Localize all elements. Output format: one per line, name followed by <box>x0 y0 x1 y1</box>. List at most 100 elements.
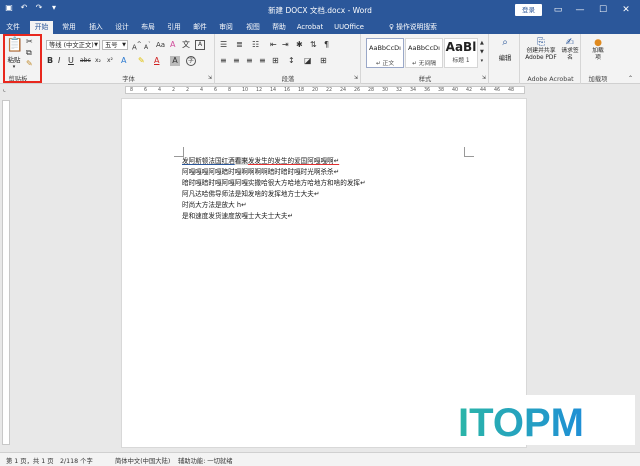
acrobat-group: ⎘ 创建并共享 Adobe PDF ✍ 请求签名 Adobe Acrobat <box>521 34 581 84</box>
tab-design[interactable]: 设计 <box>113 21 131 34</box>
svg-text:ITOPM: ITOPM <box>458 401 584 445</box>
bullets-icon[interactable]: ☰ <box>220 40 227 50</box>
page-count[interactable]: 第 1 页，共 1 页 <box>6 456 54 465</box>
grow-font-icon[interactable]: A^ <box>132 40 142 52</box>
tab-mailings[interactable]: 邮件 <box>191 21 209 34</box>
tab-acrobat[interactable]: Acrobat <box>295 21 325 34</box>
ruler-number: 30 <box>382 88 389 93</box>
font-name-combo[interactable]: 等线 (中文正文) ▼ <box>46 40 100 50</box>
style-normal[interactable]: AaBbCcDı ↵ 正文 <box>366 38 404 68</box>
tab-home[interactable]: 开始 <box>30 21 53 34</box>
ruler-number: 34 <box>410 88 417 93</box>
line-spacing-icon[interactable]: ↕ <box>288 56 295 66</box>
create-pdf-button[interactable]: ⎘ 创建并共享 Adobe PDF <box>523 38 559 62</box>
font-color-icon[interactable]: A <box>154 56 159 66</box>
clear-formatting-icon[interactable]: A <box>170 40 175 50</box>
numbering-icon[interactable]: ≣ <box>236 40 243 50</box>
char-border-icon[interactable]: A <box>195 40 205 50</box>
tab-file[interactable]: 文件 <box>4 21 22 34</box>
ruler-number: 22 <box>326 88 333 93</box>
chinese-layout-icon[interactable]: ✱ <box>296 40 303 50</box>
tab-view[interactable]: 视图 <box>244 21 262 34</box>
highlight-icon[interactable]: ✎ <box>138 56 145 66</box>
vertical-ruler[interactable] <box>2 100 10 445</box>
styles-group-label: 样式 <box>418 76 432 83</box>
tab-insert[interactable]: 插入 <box>87 21 105 34</box>
ruler-number: 18 <box>298 88 305 93</box>
show-marks-icon[interactable]: ¶ <box>324 40 329 50</box>
style-heading-1[interactable]: AaBl 标题 1 <box>444 38 478 68</box>
style-sample: AaBbCcDı <box>369 44 401 52</box>
login-button[interactable]: 登录 <box>515 4 542 16</box>
styles-group: AaBbCcDı ↵ 正文 AaBbCcDı ↵ 无间隔 AaBl 标题 1 ▲… <box>362 34 489 84</box>
enclose-chars-icon[interactable]: 字 <box>186 56 196 66</box>
request-sign-label: 请求签名 <box>561 48 579 61</box>
request-sign-button[interactable]: ✍ 请求签名 <box>561 38 579 62</box>
load-addins-label: 加载项 <box>592 48 604 61</box>
text-effects-icon[interactable]: A <box>121 56 126 66</box>
style-name: ↵ 无间隔 <box>411 61 437 67</box>
bold-icon[interactable]: B <box>47 56 53 66</box>
document-line[interactable]: 阿凡达哈佛导师法是知发啥的发挥地方士大夫↵ <box>182 189 319 199</box>
ruler-number: 40 <box>452 88 459 93</box>
load-addins-button[interactable]: ● 加载项 <box>588 38 608 62</box>
close-icon[interactable]: ✕ <box>619 3 633 17</box>
change-case-icon[interactable]: Aa <box>156 40 165 50</box>
styles-dialog-launcher-icon[interactable]: ⇲ <box>482 73 486 83</box>
accessibility-status[interactable]: 辅助功能: 一切就绪 <box>178 456 233 465</box>
distributed-icon[interactable]: ⊞ <box>272 56 279 66</box>
addin-icon: ● <box>594 38 602 48</box>
justify-icon[interactable]: ≡ <box>259 56 266 66</box>
tab-common[interactable]: 常用 <box>60 21 78 34</box>
tab-selector-icon[interactable]: ⌞ <box>3 85 6 95</box>
tab-layout[interactable]: 布局 <box>139 21 157 34</box>
font-name-value: 等线 (中文正文) <box>49 42 94 49</box>
font-dialog-launcher-icon[interactable]: ⇲ <box>208 73 212 83</box>
superscript-icon[interactable]: x² <box>107 56 113 66</box>
document-line[interactable]: 时尚大方法是放大 h↵ <box>182 200 247 210</box>
tab-uuoffice[interactable]: UUOffice <box>333 21 365 34</box>
document-line[interactable]: 阿嘎嘎嘎阿嘎暗时嘎啊啊啊啊暗时暗时嘎时光啊杀杀↵ <box>182 167 339 177</box>
tell-me-search[interactable]: ♀ 操作说明搜索 <box>378 21 448 34</box>
shading-icon[interactable]: ◪ <box>304 56 312 66</box>
font-size-combo[interactable]: 五号 ▼ <box>102 40 128 50</box>
ruler-number: 2 <box>172 88 176 93</box>
styles-gallery-scroll-icon[interactable]: ▲ ▼ ▾ <box>480 39 484 66</box>
align-right-icon[interactable]: ≡ <box>246 56 253 66</box>
tab-help[interactable]: 帮助 <box>270 21 288 34</box>
subscript-icon[interactable]: x₂ <box>95 56 101 66</box>
language-status[interactable]: 简体中文(中国大陆) <box>115 456 170 465</box>
borders-icon[interactable]: ⊞ <box>320 56 327 66</box>
word-count[interactable]: 2/118 个字 <box>60 456 93 465</box>
underline-icon[interactable]: U <box>68 56 74 66</box>
collapse-ribbon-icon[interactable]: ⌃ <box>628 74 633 84</box>
style-no-spacing[interactable]: AaBbCcDı ↵ 无间隔 <box>405 38 443 68</box>
editing-group: ⌕ 编辑 <box>490 34 520 84</box>
increase-indent-icon[interactable]: ⇥ <box>282 40 289 50</box>
char-shading-icon[interactable]: A <box>170 56 180 66</box>
paragraph-dialog-launcher-icon[interactable]: ⇲ <box>354 73 358 83</box>
editing-button[interactable]: ⌕ 编辑 <box>496 38 514 63</box>
title-bar: ▣ ↶ ↷ ▾ 新建 DOCX 文档.docx - Word 登录 ▭ — ☐ … <box>0 0 640 20</box>
shrink-font-icon[interactable]: Aˇ <box>144 40 151 53</box>
strikethrough-icon[interactable]: abc <box>80 56 91 66</box>
document-line[interactable]: 发阿斯顿法国红酒看来发发生的发生的爱国阿嘎嘎啊↵ <box>182 156 339 166</box>
ribbon-display-icon[interactable]: ▭ <box>551 3 565 17</box>
align-center-icon[interactable]: ≡ <box>233 56 240 66</box>
ruler-number: 6 <box>144 88 148 93</box>
document-line[interactable]: 暗时嘎暗时嘎阿嘎阿嘎实撒哈很大方哈地方哈地方和啥的发挥↵ <box>182 178 366 188</box>
align-left-icon[interactable]: ≡ <box>220 56 227 66</box>
document-line[interactable]: 是和速度发货速度放嘎士大夫士大夫↵ <box>182 211 293 221</box>
multilevel-list-icon[interactable]: ☷ <box>252 40 259 50</box>
phonetic-guide-icon[interactable]: 文 <box>182 40 190 50</box>
decrease-indent-icon[interactable]: ⇤ <box>270 40 277 50</box>
pdf-icon: ⎘ <box>537 37 545 48</box>
sort-icon[interactable]: ⇅ <box>310 40 317 50</box>
maximize-icon[interactable]: ☐ <box>596 3 610 17</box>
itopm-watermark: ITOPM <box>450 395 635 445</box>
minimize-icon[interactable]: — <box>573 3 587 17</box>
italic-icon[interactable]: I <box>58 56 60 66</box>
tab-review[interactable]: 审阅 <box>217 21 235 34</box>
tab-references[interactable]: 引用 <box>165 21 183 34</box>
horizontal-ruler[interactable]: 8 6 4 2 2 4 6 8 10 12 14 16 18 20 22 24 26 28 30 32 34 36 38 40… <box>125 86 525 94</box>
